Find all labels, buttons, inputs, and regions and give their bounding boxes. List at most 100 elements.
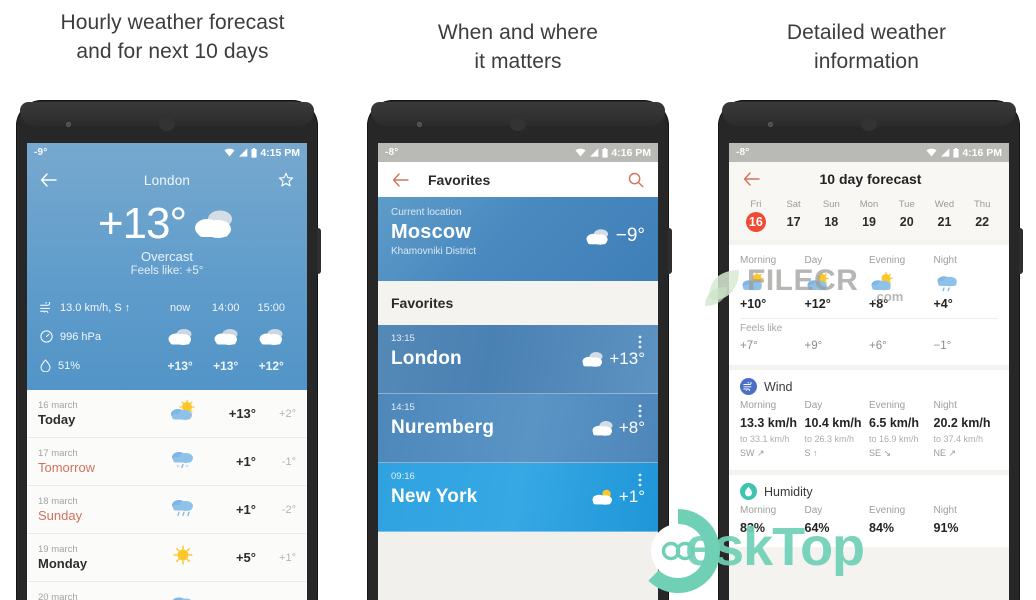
status-bar-time: 4:16 PM [611,146,651,159]
table-row[interactable]: 20 march Tuesday +9° +2° [27,582,307,600]
page-title: Favorites [428,171,491,188]
day-dates-2: 18 march Sunday [38,496,156,524]
humidity-period-1: Day [804,505,823,516]
favorite-time-0: 13:15 [391,333,415,344]
period-label-0: Morning [740,255,777,266]
day-high-3: +5° [235,550,256,565]
table-row[interactable]: 19 march Monday +5° +1° [27,534,307,582]
wind-columns: Morning 13.3 km/h to 33.1 km/h SW ↗ Day … [740,398,998,460]
day-high-1: +1° [235,454,256,469]
humidity-value-0: 83% [740,521,766,535]
wind-direction-3: NE ↗ [933,448,957,458]
humidity-columns: Morning 83% Day 64% Evening 84% Night 91… [740,503,998,537]
day-number-4: 20 [899,215,914,229]
table-row[interactable]: 16 march Today +13° +2° [27,390,307,438]
day-selector-item-3[interactable]: Mon 19 [850,198,888,232]
day-dates-1: 17 march Tomorrow [38,448,156,476]
humidity-title: Humidity [764,484,813,499]
humidity-value-2: 84% [869,521,895,535]
partly-cloudy-icon [740,269,805,295]
day-selector-item-6[interactable]: Thu 22 [963,198,1001,232]
rain-icon [934,269,999,295]
day-low-0: +2° [279,407,296,420]
wind-icon [740,378,757,395]
temperature-col-2: Evening +8° [869,253,934,313]
list-item[interactable]: 13:15 London +13° [378,325,658,394]
earpiece-speaker-icon [510,118,526,131]
humidity-metric-text: 51% [58,359,81,372]
star-outline-icon[interactable] [276,170,296,190]
wind-metric: 13.0 km/h, S ↑ [40,302,157,314]
day-date-1: 17 march [38,447,78,459]
humidity-section-header: Humidity [740,483,998,500]
day-selector-item-2[interactable]: Sun 18 [812,198,850,232]
app-bar: London [27,162,307,198]
humidity-metric: 51% [40,359,157,372]
overcast-icon [195,210,233,238]
day-selector: Fri 16 Sat 17 Sun 18 Mon 19 Tue 20 Wed 2… [729,196,1009,240]
day-selector-item-5[interactable]: Wed 21 [926,198,964,232]
day-date-0: 16 march [38,399,78,411]
feels-like-col-2: +6° [869,338,934,355]
day-selector-item-1[interactable]: Sat 17 [775,198,813,232]
hourly-icons-row: 996 hPa [40,322,294,351]
day-selector-item-4[interactable]: Tue 20 [888,198,926,232]
wind-gust-2: to 16.9 km/h [869,434,919,444]
wind-period-2: Evening [869,400,906,411]
current-location-district: Khamovniki District [391,246,477,257]
partly-cloudy-icon [869,269,934,295]
back-arrow-icon[interactable] [741,169,761,189]
battery-icon [953,147,959,158]
current-location-temp: −9° [615,225,645,246]
daily-forecast-list: 16 march Today +13° +2° 17 march Tomorro… [27,390,307,600]
front-camera-icon [66,122,71,127]
period-label-3: Night [933,255,957,266]
list-item[interactable]: 09:16 New York +1° [378,463,658,532]
heading-1: Hourly weather forecast and for next 10 … [0,8,345,66]
current-feels-like: Feels like: +5° [130,265,204,277]
table-row[interactable]: 18 march Sunday +1° -2° [27,486,307,534]
status-bar-time: 4:16 PM [962,146,1002,159]
search-icon[interactable] [626,170,646,190]
day-low-1: -1° [281,455,296,468]
favorites-section-header: Favorites [378,281,658,325]
back-arrow-icon[interactable] [390,170,410,190]
wind-icon [40,302,51,313]
wind-gust-1: to 26.3 km/h [804,434,855,444]
day-name-3: Monday [38,555,88,571]
current-conditions: +13° Overcast Feels like: +5° [27,198,307,277]
wind-metric-text: 13.0 km/h, S ↑ [60,301,131,314]
day-number-5: 21 [937,215,952,229]
humidity-period-0: Morning [740,505,777,516]
humidity-period-3: Night [933,505,957,516]
current-location-card[interactable]: Current location Moscow Khamovniki Distr… [378,197,658,281]
feels-like-value-3: −1° [933,340,952,352]
hourly-detail-grid: 13.0 km/h, S ↑ now 14:00 15:00 996 hPa 5… [27,293,307,380]
temperature-value-3: +4° [933,297,953,311]
wind-value-0: 13.3 km/h [740,416,797,430]
day-selector-item-0[interactable]: Fri 16 [737,198,775,232]
wind-col-3: Night 20.2 km/h to 37.4 km/h NE ↗ [934,398,999,460]
wind-title: Wind [764,379,793,394]
heading-2-line-2: it matters [474,50,562,73]
heading-1-line-1: Hourly weather forecast [60,11,285,34]
signal-icon [239,148,248,157]
day-weekday-3: Mon [859,199,879,210]
list-item[interactable]: 14:15 Nuremberg +8° [378,394,658,463]
status-bar: -9° 4:15 PM [27,143,307,162]
feels-like-col-1: +9° [805,338,870,355]
table-row[interactable]: 17 march Tomorrow +1° -1° [27,438,307,486]
humidity-col-3: Night 91% [934,503,999,537]
feels-like-col-0: +7° [740,338,805,355]
partly-cloudy-icon [156,399,210,427]
day-low-2: -2° [281,503,296,516]
heading-1-line-2: and for next 10 days [76,40,269,63]
favorite-time-2: 09:16 [391,471,415,482]
hour-icon-1 [203,324,249,350]
status-bar-right: 4:15 PM [224,147,300,159]
page-title: London [143,172,191,188]
favorite-temp-0: +13° [609,349,645,368]
back-arrow-icon[interactable] [38,170,58,190]
heading-3: Detailed weather information [697,18,1036,76]
wind-direction-0: SW ↗ [740,448,765,458]
